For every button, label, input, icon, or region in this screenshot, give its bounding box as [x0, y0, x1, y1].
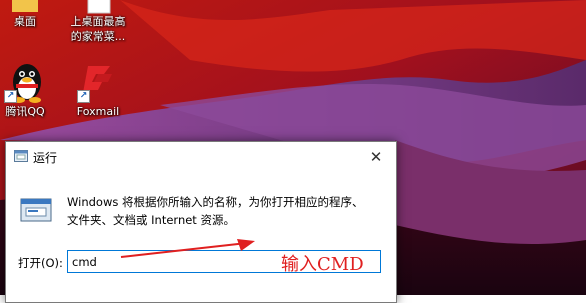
close-icon: ✕ — [369, 148, 383, 166]
dialog-title: 运行 — [33, 151, 58, 165]
open-label: 打开(O): — [18, 256, 63, 270]
annotation-label: 输入CMD — [281, 254, 364, 275]
desktop-icon-label: 桌面 — [14, 15, 36, 28]
desktop-icon-desktop[interactable]: 桌面 — [0, 0, 60, 29]
description-line-1: Windows 将根据你所输入的名称，为你打开相应的程序、 — [67, 195, 364, 209]
title-bar[interactable]: 运行 ✕ — [6, 142, 396, 172]
desktop-icon-label: 腾讯QQ — [5, 105, 45, 118]
shortcut-arrow-icon: ↗ — [4, 90, 17, 103]
desktop-icon-recipe-doc[interactable]: 上桌面最高 的家常菜... — [63, 0, 133, 44]
shortcut-arrow-icon: ↗ — [77, 90, 90, 103]
desktop-icon-label: Foxmail — [76, 105, 120, 118]
annotation-arrow-icon — [120, 239, 255, 258]
desktop-icon-foxmail[interactable]: ↗ Foxmail — [63, 58, 133, 119]
close-button[interactable]: ✕ — [356, 142, 396, 172]
run-app-icon — [14, 150, 28, 162]
document-icon — [87, 0, 111, 14]
run-program-icon — [20, 198, 52, 222]
dialog-description: Windows 将根据你所输入的名称，为你打开相应的程序、 文件夹、文档或 In… — [67, 193, 377, 229]
desktop-icon-label: 上桌面最高 — [70, 15, 126, 28]
desktop-icon-qq[interactable]: ↗ 腾讯QQ — [0, 58, 60, 119]
description-line-2: 文件夹、文档或 Internet 资源。 — [67, 213, 235, 227]
run-dialog: 运行 ✕ Windows 将根据你所输入的名称，为你打开相应的程序、 文件夹、文… — [5, 141, 397, 303]
desktop-icon-label-line2: 的家常菜... — [70, 30, 126, 43]
folder-icon — [12, 0, 38, 12]
